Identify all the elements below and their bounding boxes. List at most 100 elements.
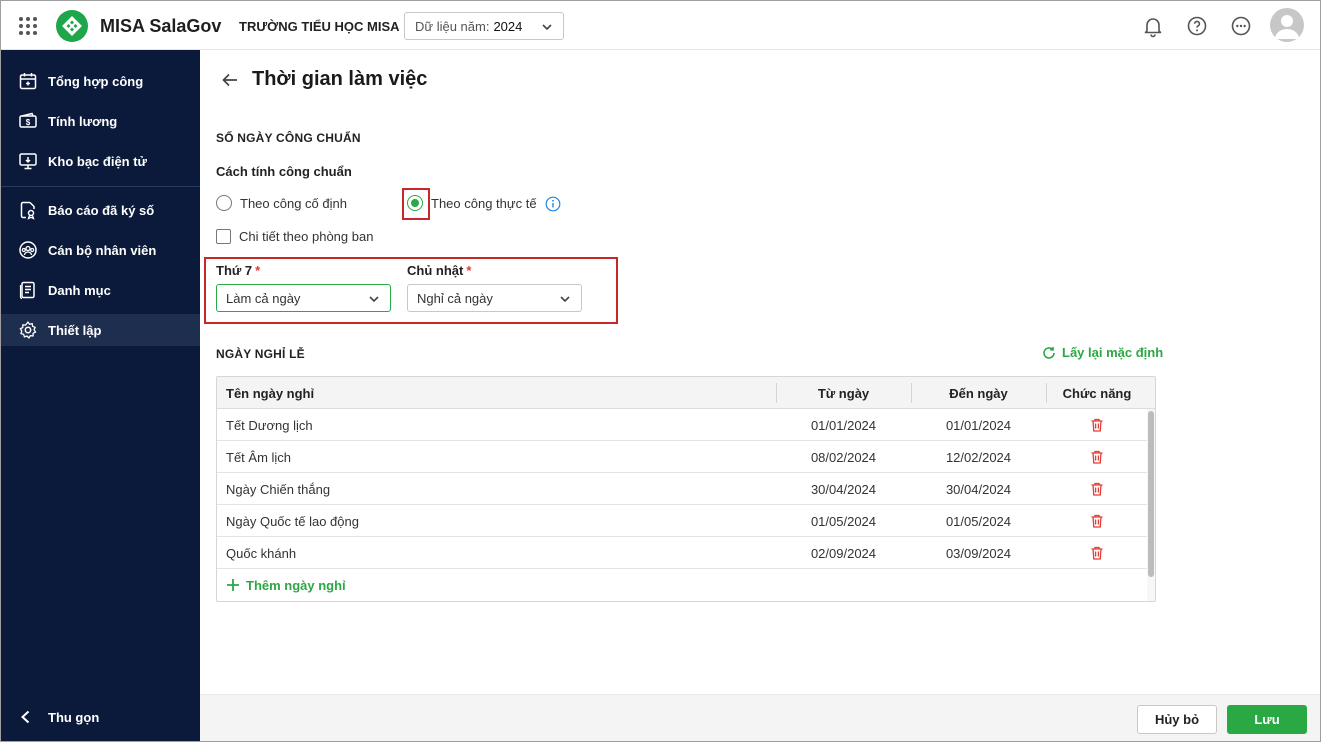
sidebar-item-payroll[interactable]: $ Tính lương — [1, 105, 200, 137]
svg-text:$: $ — [26, 118, 31, 127]
sidebar: Tổng hợp công $ Tính lương Kho bạc điện … — [1, 50, 200, 741]
info-icon[interactable] — [545, 196, 561, 212]
detail-by-department-checkbox[interactable]: Chi tiết theo phòng ban — [216, 229, 373, 244]
app-window: MISA SalaGov TRƯỜNG TIỂU HỌC MISA Dữ liệ… — [0, 0, 1321, 742]
holiday-to: 03/09/2024 — [945, 545, 1012, 561]
table-row[interactable]: Quốc khánh 02/09/2024 03/09/2024 — [217, 537, 1147, 569]
calendar-icon — [18, 71, 38, 91]
sidebar-item-label: Danh mục — [48, 282, 111, 298]
radio-actual-label: Theo công thực tế — [431, 195, 537, 211]
trash-icon[interactable] — [1089, 545, 1105, 561]
trash-icon[interactable] — [1089, 481, 1105, 497]
holiday-to: 12/02/2024 — [945, 449, 1012, 465]
radio-circle — [216, 195, 232, 211]
sidebar-item-label: Tổng hợp công — [48, 73, 144, 89]
holiday-from: 08/02/2024 — [810, 449, 877, 465]
trash-icon[interactable] — [1089, 513, 1105, 529]
year-select[interactable]: Dữ liệu năm: 2024 — [404, 12, 564, 40]
chevron-down-icon — [560, 296, 570, 303]
required-mark: * — [255, 263, 261, 278]
year-select-value: 2024 — [493, 18, 523, 34]
grid-apps-icon[interactable] — [19, 17, 37, 35]
bell-icon[interactable] — [1141, 14, 1165, 38]
sidebar-item-label: Tính lương — [48, 113, 118, 129]
holidays-section-title: NGÀY NGHỈ LỄ — [216, 347, 305, 361]
sidebar-divider — [1, 186, 200, 187]
staff-icon — [18, 240, 38, 260]
holiday-to: 01/01/2024 — [945, 417, 1012, 433]
add-holiday-button[interactable]: Thêm ngày nghỉ — [217, 569, 1147, 601]
table-row[interactable]: Ngày Chiến thắng 30/04/2024 30/04/2024 — [217, 473, 1147, 505]
table-row[interactable]: Tết Âm lịch 08/02/2024 12/02/2024 — [217, 441, 1147, 473]
col-header-to: Đến ngày — [911, 377, 1046, 409]
footer-bar: Hủy bỏ Lưu — [200, 694, 1320, 741]
sunday-dropdown[interactable]: Nghỉ cả ngày — [407, 284, 582, 312]
holiday-from: 02/09/2024 — [810, 545, 877, 561]
back-arrow-icon[interactable] — [220, 70, 240, 90]
sidebar-item-label: Kho bạc điện tử — [48, 153, 147, 169]
user-avatar-icon[interactable] — [1270, 8, 1304, 42]
row-actions — [1046, 441, 1148, 473]
signed-report-icon — [18, 200, 38, 220]
checkbox-box — [216, 229, 231, 244]
sidebar-item-staff[interactable]: Cán bộ nhân viên — [1, 234, 200, 266]
trash-icon[interactable] — [1089, 417, 1105, 433]
table-header: Tên ngày nghỉ Từ ngày Đến ngày Chức năng — [217, 377, 1155, 409]
more-icon[interactable] — [1229, 14, 1253, 38]
checkbox-label: Chi tiết theo phòng ban — [239, 229, 374, 244]
sidebar-item-timesheet[interactable]: Tổng hợp công — [1, 65, 200, 97]
radio-fixed-label: Theo công cố định — [240, 195, 347, 211]
saturday-dropdown-value: Làm cả ngày — [226, 290, 301, 306]
reset-default-link[interactable]: Lấy lại mặc định — [1042, 345, 1163, 360]
standard-days-section-title: SỐ NGÀY CÔNG CHUẨN — [216, 131, 361, 145]
sidebar-item-label: Báo cáo đã ký số — [48, 202, 155, 218]
row-actions — [1046, 473, 1148, 505]
cancel-button[interactable]: Hủy bỏ — [1137, 705, 1217, 734]
list-icon — [18, 280, 38, 300]
monitor-icon — [18, 151, 38, 171]
holiday-name: Ngày Quốc tế lao động — [226, 513, 359, 529]
sidebar-item-label: Thiết lập — [48, 322, 102, 338]
main-content: Thời gian làm việc SỐ NGÀY CÔNG CHUẨN Cá… — [200, 50, 1320, 694]
collapse-label: Thu gọn — [48, 709, 100, 725]
saturday-dropdown[interactable]: Làm cả ngày — [216, 284, 391, 312]
row-actions — [1046, 409, 1148, 441]
holiday-name: Ngày Chiến thắng — [226, 481, 331, 497]
top-bar: MISA SalaGov TRƯỜNG TIỂU HỌC MISA Dữ liệ… — [1, 1, 1320, 50]
refresh-icon — [1043, 346, 1055, 359]
col-header-actions: Chức năng — [1046, 377, 1148, 409]
save-button[interactable]: Lưu — [1227, 705, 1307, 734]
table-scrollbar[interactable] — [1148, 411, 1154, 577]
sunday-dropdown-value: Nghỉ cả ngày — [417, 290, 493, 306]
sidebar-item-signed-reports[interactable]: Báo cáo đã ký số — [1, 194, 200, 226]
trash-icon[interactable] — [1089, 449, 1105, 465]
table-row[interactable]: Ngày Quốc tế lao động 01/05/2024 01/05/2… — [217, 505, 1147, 537]
wallet-icon: $ — [18, 111, 38, 131]
holiday-to: 30/04/2024 — [945, 481, 1012, 497]
year-select-label: Dữ liệu năm: — [415, 18, 490, 34]
holiday-name: Tết Dương lịch — [226, 417, 313, 433]
organization-name: TRƯỜNG TIỂU HỌC MISA — [239, 19, 400, 34]
radio-fixed[interactable]: Theo công cố định — [216, 195, 347, 211]
holiday-name: Tết Âm lịch — [226, 449, 292, 465]
row-actions — [1046, 537, 1148, 569]
sidebar-item-settings[interactable]: Thiết lập — [1, 314, 200, 346]
col-header-from: Từ ngày — [776, 377, 911, 409]
help-icon[interactable] — [1185, 14, 1209, 38]
saturday-label: Thứ 7 * — [216, 263, 260, 278]
sunday-label: Chủ nhật * — [407, 263, 471, 278]
table-row[interactable]: Tết Dương lịch 01/01/2024 01/01/2024 — [217, 409, 1147, 441]
col-header-name: Tên ngày nghỉ — [226, 385, 315, 401]
calc-method-label: Cách tính công chuẩn — [216, 164, 352, 179]
page-title: Thời gian làm việc — [252, 68, 428, 90]
sidebar-item-catalog[interactable]: Danh mục — [1, 274, 200, 306]
sunday-label-text: Chủ nhật — [407, 263, 464, 278]
plus-icon — [227, 579, 239, 591]
holidays-table: Tên ngày nghỉ Từ ngày Đến ngày Chức năng… — [216, 376, 1156, 602]
chevron-down-icon — [369, 296, 379, 303]
sidebar-item-treasury[interactable]: Kho bạc điện tử — [1, 145, 200, 177]
holiday-from: 01/01/2024 — [810, 417, 877, 433]
row-actions — [1046, 505, 1148, 537]
saturday-label-text: Thứ 7 — [216, 263, 253, 278]
sidebar-collapse-button[interactable]: Thu gọn — [1, 701, 200, 733]
